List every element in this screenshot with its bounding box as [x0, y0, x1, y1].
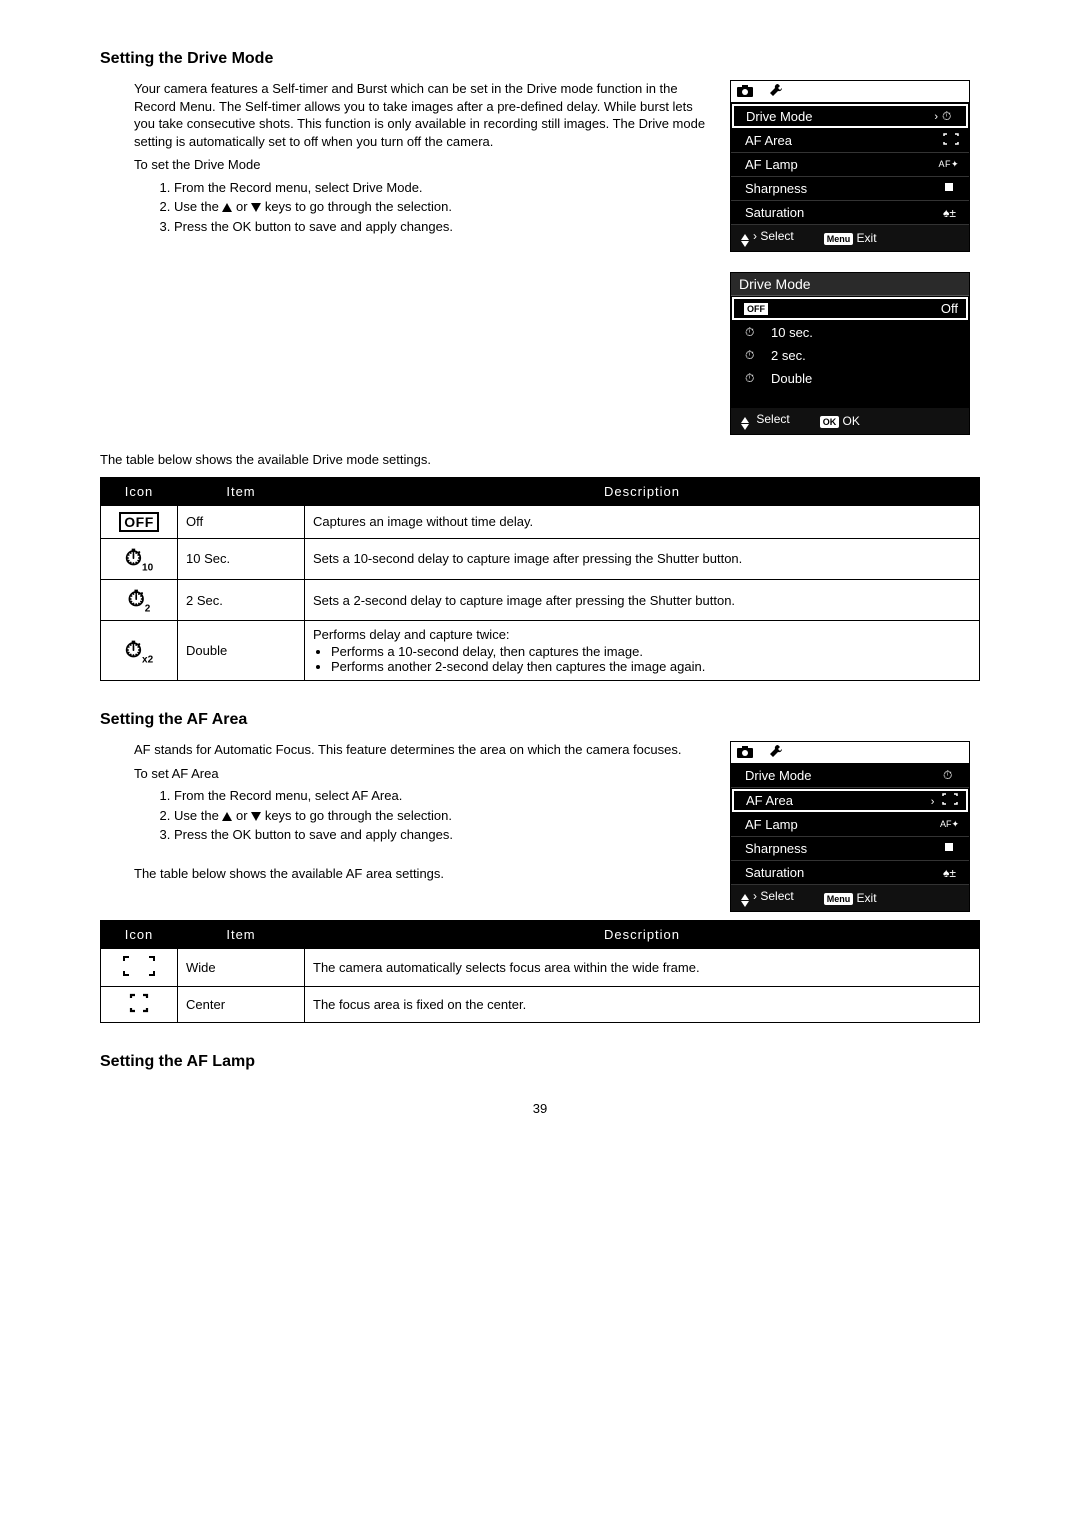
- drive-step-2: Use the or keys to go through the select…: [174, 197, 710, 217]
- timer2-icon: ⏱2: [128, 586, 151, 611]
- menu-footer: › Select Menu Exit: [731, 225, 969, 251]
- camera-tab-icon: [737, 745, 753, 761]
- wrench-tab-icon: [769, 83, 783, 100]
- page-number: 39: [100, 1101, 980, 1116]
- drive-intro: Your camera features a Self-timer and Bu…: [134, 80, 710, 150]
- table-row: ⏱2 2 Sec. Sets a 2-second delay to captu…: [101, 579, 980, 620]
- drive-table-intro: The table below shows the available Driv…: [100, 451, 980, 469]
- af-area-icon: [943, 133, 959, 148]
- af-center-icon: [129, 993, 149, 1016]
- section-af-area: Setting the AF Area AF stands for Automa…: [100, 711, 980, 1023]
- menu-footer: › Select Menu Exit: [731, 885, 969, 911]
- table-row: ⏱10 10 Sec. Sets a 10-second delay to ca…: [101, 538, 980, 579]
- saturation-icon: ♠±: [943, 866, 959, 880]
- off-icon: OFF: [744, 303, 768, 315]
- table-row: Wide The camera automatically selects fo…: [101, 949, 980, 987]
- up-arrow-icon: [222, 812, 232, 821]
- timer2-icon: ⏱: [745, 348, 761, 363]
- drive-steps: From the Record menu, select Drive Mode.…: [134, 178, 710, 237]
- chevron-right-icon: ›: [931, 796, 935, 808]
- off-icon: OFF: [119, 512, 159, 532]
- timer-double-icon: ⏱x2: [125, 637, 153, 662]
- menu-item-sharpness[interactable]: Sharpness: [731, 177, 969, 201]
- timer10-icon: ⏱: [745, 325, 761, 340]
- heading-af-lamp: Setting the AF Lamp: [100, 1053, 980, 1071]
- drive-step-3: Press the OK button to save and apply ch…: [174, 217, 710, 237]
- menu-item-drive-mode[interactable]: Drive Mode ›⏱: [732, 104, 968, 128]
- col-item: Item: [178, 477, 305, 505]
- menu-item-af-area[interactable]: AF Area: [731, 129, 969, 153]
- afarea-step-3: Press the OK button to save and apply ch…: [174, 825, 710, 845]
- menu-item-drive-mode[interactable]: Drive Mode ⏱: [731, 764, 969, 788]
- af-lamp-icon: AF✦: [938, 159, 959, 170]
- menu-item-saturation[interactable]: Saturation ♠±: [731, 861, 969, 885]
- option-off[interactable]: OFF Off: [732, 297, 968, 320]
- ok-badge-icon: OK: [820, 416, 840, 428]
- submenu-footer: Select OK OK: [731, 408, 969, 434]
- option-2sec[interactable]: ⏱ 2 sec.: [731, 344, 969, 367]
- timer10-icon: ⏱: [943, 768, 959, 783]
- drive-text-column: Your camera features a Self-timer and Bu…: [100, 80, 710, 246]
- afarea-step-2: Use the or keys to go through the select…: [174, 806, 710, 826]
- menu-item-saturation[interactable]: Saturation ♠±: [731, 201, 969, 225]
- col-item: Item: [178, 921, 305, 949]
- sharpness-icon: [943, 181, 959, 196]
- afarea-intro: AF stands for Automatic Focus. This feat…: [134, 741, 710, 759]
- submenu-title: Drive Mode: [731, 273, 969, 296]
- down-arrow-icon: [251, 203, 261, 212]
- afarea-text-column: AF stands for Automatic Focus. This feat…: [100, 741, 710, 886]
- af-lamp-icon: AF✦: [940, 819, 959, 830]
- col-icon: Icon: [101, 921, 178, 949]
- timer10-icon: ⏱10: [125, 545, 153, 570]
- table-row: OFF Off Captures an image without time d…: [101, 505, 980, 538]
- drive-mode-submenu: Drive Mode OFF Off ⏱ 10 sec. ⏱ 2 sec. ⏱ …: [730, 272, 970, 435]
- menu-tabs: [731, 742, 969, 764]
- up-arrow-icon: [222, 203, 232, 212]
- wrench-tab-icon: [769, 744, 783, 761]
- col-desc: Description: [305, 477, 980, 505]
- drive-subhead: To set the Drive Mode: [134, 156, 710, 174]
- afarea-subhead: To set AF Area: [134, 765, 710, 783]
- col-desc: Description: [305, 921, 980, 949]
- table-row: ⏱x2 Double Performs delay and capture tw…: [101, 621, 980, 681]
- menu-badge-icon: Menu: [824, 893, 854, 905]
- menu-badge-icon: Menu: [824, 233, 854, 245]
- heading-drive-mode: Setting the Drive Mode: [100, 50, 980, 68]
- menu-item-af-lamp[interactable]: AF Lamp AF✦: [731, 153, 969, 177]
- camera-tab-icon: [737, 84, 753, 100]
- section-drive-mode: Setting the Drive Mode Your camera featu…: [100, 50, 980, 681]
- af-area-table: Icon Item Description Wide The camera au…: [100, 920, 980, 1023]
- sharpness-icon: [943, 841, 959, 856]
- menu-tabs: [731, 81, 969, 103]
- down-arrow-icon: [251, 812, 261, 821]
- drive-step-1: From the Record menu, select Drive Mode.: [174, 178, 710, 198]
- table-row: Center The focus area is fixed on the ce…: [101, 987, 980, 1023]
- option-double[interactable]: ⏱ Double: [731, 367, 969, 390]
- heading-af-area: Setting the AF Area: [100, 711, 980, 729]
- menu-item-af-lamp[interactable]: AF Lamp AF✦: [731, 813, 969, 837]
- menu-item-sharpness[interactable]: Sharpness: [731, 837, 969, 861]
- drive-mode-table: Icon Item Description OFF Off Captures a…: [100, 477, 980, 682]
- chevron-right-icon: ›: [934, 111, 938, 123]
- afarea-step-1: From the Record menu, select AF Area.: [174, 786, 710, 806]
- timer10-icon: ⏱: [942, 109, 958, 124]
- afarea-steps: From the Record menu, select AF Area. Us…: [134, 786, 710, 845]
- option-10sec[interactable]: ⏱ 10 sec.: [731, 321, 969, 344]
- col-icon: Icon: [101, 477, 178, 505]
- record-menu-afarea: Drive Mode ⏱ AF Area › AF Lamp AF✦ Sharp…: [730, 741, 970, 912]
- record-menu-drive: Drive Mode ›⏱ AF Area AF Lamp AF✦ Sharpn…: [730, 80, 970, 252]
- af-area-icon: [942, 793, 958, 805]
- timer-double-icon: ⏱: [745, 371, 761, 386]
- af-wide-icon: [122, 955, 156, 980]
- saturation-icon: ♠±: [943, 206, 959, 220]
- menu-item-af-area[interactable]: AF Area ›: [732, 789, 968, 812]
- afarea-table-intro: The table below shows the available AF a…: [134, 865, 710, 883]
